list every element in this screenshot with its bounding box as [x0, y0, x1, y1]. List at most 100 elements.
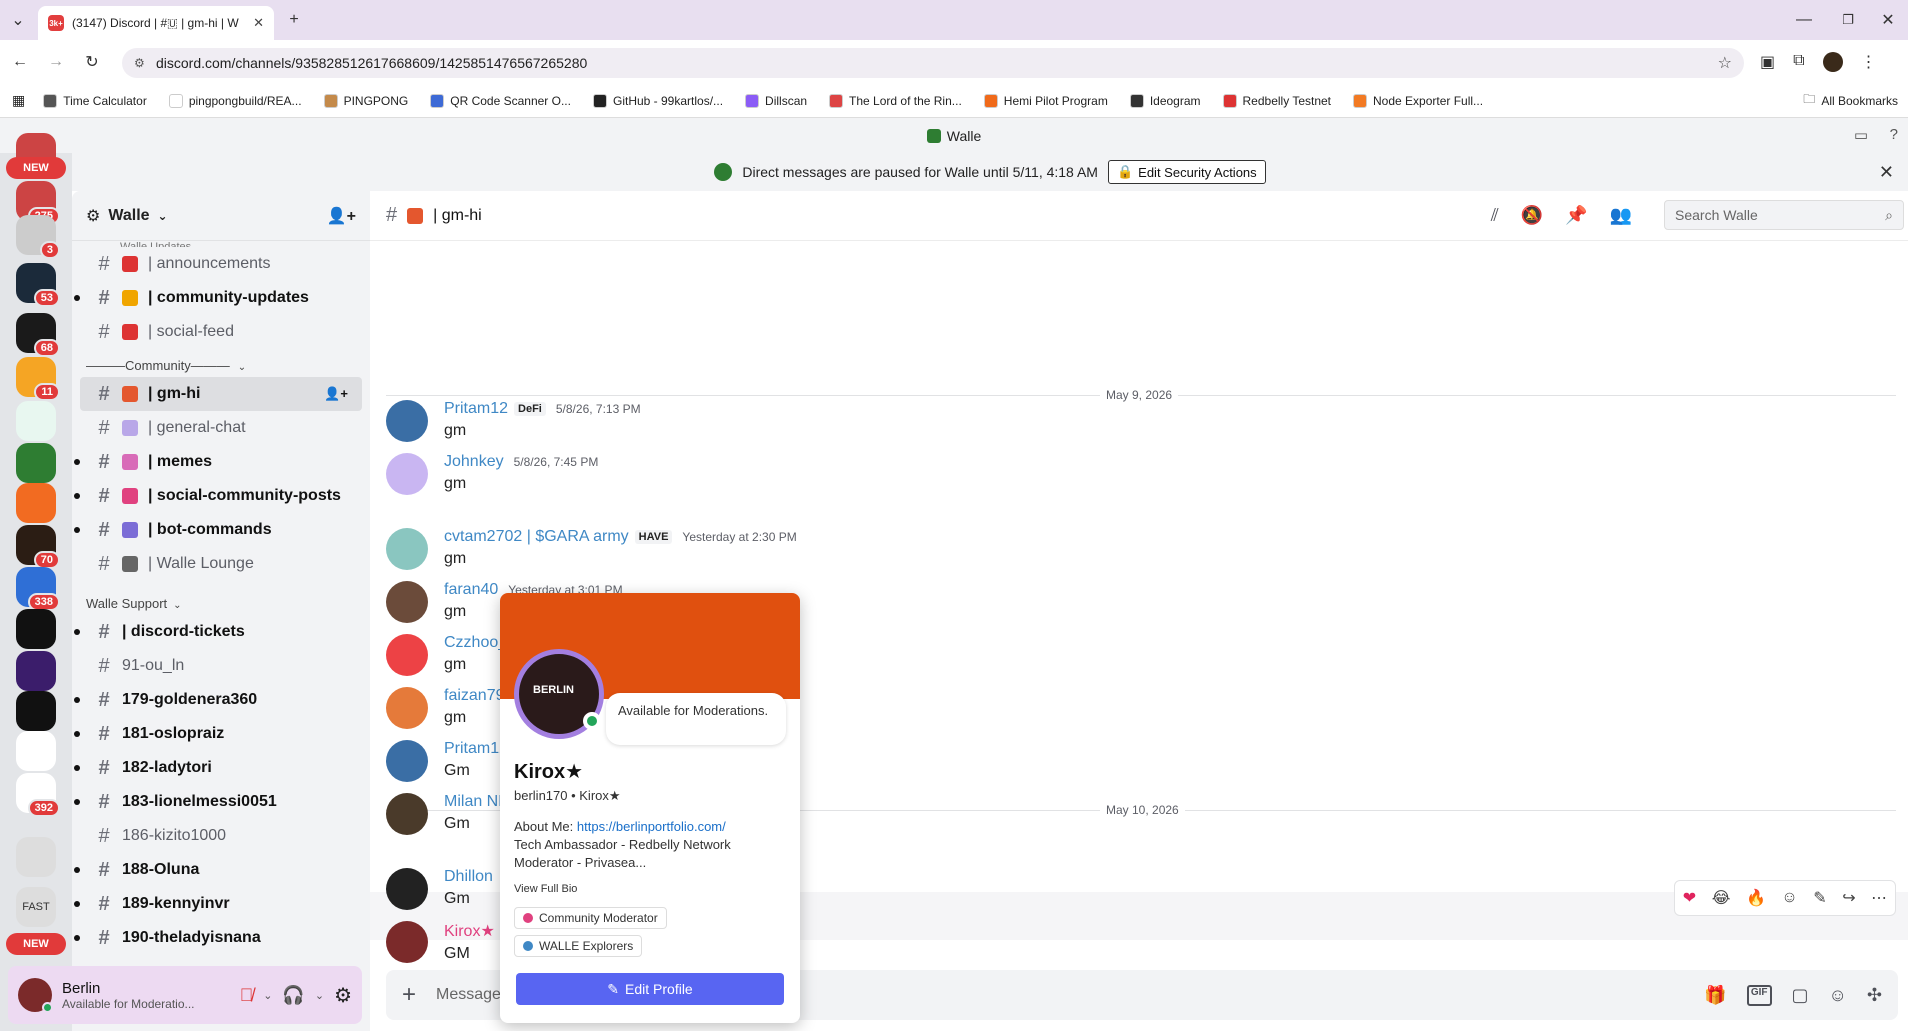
sticker-icon[interactable]: ▢ — [1792, 985, 1809, 1006]
server-header[interactable]: ⚙ Walle ⌄ 👤+ — [72, 191, 370, 241]
bookmark-item[interactable]: Dillscan — [745, 93, 807, 108]
server-icon[interactable] — [16, 609, 56, 649]
server-icon[interactable]: FAST — [16, 887, 56, 927]
bookmark-item[interactable]: Hemi Pilot Program — [983, 93, 1108, 108]
bookmark-star-icon[interactable]: ☆ — [1718, 53, 1732, 73]
chevron-down-icon[interactable]: ⌄ — [315, 989, 324, 1002]
new-unread-pill[interactable]: NEW — [6, 933, 66, 955]
banner-close-icon[interactable]: ✕ — [1879, 162, 1894, 183]
channel-item[interactable]: # | Walle Lounge — [80, 547, 362, 581]
channel-item[interactable]: # | social-community-posts — [74, 479, 362, 513]
minimize-icon[interactable]: — — [1792, 8, 1816, 32]
server-icon[interactable]: 70 — [16, 525, 60, 569]
edit-security-actions-button[interactable]: 🔒 Edit Security Actions — [1107, 160, 1266, 184]
channel-item[interactable]: #181-oslopraiz — [74, 717, 362, 751]
avatar[interactable] — [386, 793, 428, 835]
all-bookmarks[interactable]: 🗀 All Bookmarks — [1803, 90, 1898, 111]
forward-icon[interactable]: → — [44, 50, 68, 74]
new-tab-icon[interactable]: + — [282, 8, 306, 32]
add-reaction-icon[interactable]: ☺ — [1781, 889, 1797, 907]
avatar[interactable] — [386, 453, 428, 495]
avatar[interactable] — [386, 868, 428, 910]
gift-icon[interactable]: 🎁 — [1704, 985, 1726, 1006]
server-icon[interactable] — [16, 443, 56, 483]
restore-icon[interactable]: ❐ — [1836, 8, 1860, 32]
bookmark-item[interactable]: Node Exporter Full... — [1353, 93, 1483, 108]
message-username[interactable]: Dhillon — [444, 868, 493, 886]
browser-tab[interactable]: 3k+ (3147) Discord | #🇺 | gm-hi | W ✕ — [38, 6, 274, 40]
message-username[interactable]: Pritam12 — [444, 400, 508, 418]
more-icon[interactable]: ⋯ — [1871, 888, 1887, 908]
avatar[interactable] — [386, 528, 428, 570]
reload-icon[interactable]: ↻ — [80, 50, 104, 74]
about-link[interactable]: https://berlinportfolio.com/ — [577, 819, 726, 834]
gif-icon[interactable]: GIF — [1746, 984, 1772, 1006]
bookmark-item[interactable]: Redbelly Testnet — [1222, 93, 1331, 108]
channel-item[interactable]: #183-lionelmessi0051 — [74, 785, 362, 819]
bookmark-item[interactable]: GitHub - 99kartlos/... — [592, 93, 723, 108]
back-icon[interactable]: ← — [8, 50, 32, 74]
message-username[interactable]: Johnkey — [444, 453, 504, 471]
site-info-icon[interactable]: ⚙ — [134, 56, 145, 70]
message-row[interactable]: cvtam2702 | $GARA army HAVE Yesterday at 2… — [370, 528, 1908, 570]
tab-close-icon[interactable]: ✕ — [253, 15, 264, 31]
threads-icon[interactable]: ⫽ — [1491, 205, 1499, 226]
server-icon[interactable]: 392 — [16, 773, 60, 817]
bookmark-item[interactable]: QR Code Scanner O... — [430, 93, 571, 108]
server-icon[interactable] — [16, 731, 56, 771]
server-icon[interactable] — [16, 691, 56, 731]
avatar[interactable] — [386, 634, 428, 676]
emoji-icon[interactable]: ☺ — [1829, 985, 1847, 1006]
new-unread-pill[interactable]: NEW — [6, 157, 66, 179]
mute-mic-icon[interactable]: 🎙̸ — [240, 985, 254, 1006]
inbox-icon[interactable]: ▭ — [1854, 126, 1868, 144]
channel-item[interactable]: #179-goldenera360 — [74, 683, 362, 717]
channel-item[interactable]: # | announcements — [80, 247, 362, 281]
view-full-bio-link[interactable]: View Full Bio — [514, 883, 786, 895]
avatar[interactable] — [386, 581, 428, 623]
channel-item[interactable]: # | general-chat — [80, 411, 362, 445]
bookmark-item[interactable]: PINGPONG — [323, 93, 408, 108]
edit-icon[interactable]: ✎ — [1813, 888, 1826, 908]
channel-item[interactable]: # | discord-tickets — [74, 615, 362, 649]
channel-item[interactable]: # | bot-commands — [74, 513, 362, 547]
reaction-joy-icon[interactable]: 😂 — [1712, 888, 1731, 908]
tab-search-icon[interactable]: ⌄ — [6, 8, 30, 32]
avatar[interactable] — [386, 921, 428, 963]
search-input[interactable]: Search Walle ⌕ — [1664, 200, 1904, 230]
channel-item[interactable]: #190-theladyisnana — [74, 921, 362, 955]
channel-item[interactable]: #188-Oluna — [74, 853, 362, 887]
message-username[interactable]: cvtam2702 | $GARA army — [444, 528, 629, 546]
pin-icon[interactable]: 📌 — [1565, 205, 1587, 226]
role-pill[interactable]: WALLE Explorers — [514, 934, 643, 957]
bookmark-item[interactable]: The Lord of the Rin... — [829, 93, 962, 108]
custom-status-bubble[interactable]: Available for Moderations. — [606, 693, 786, 745]
address-bar[interactable]: ⚙ discord.com/channels/93582851261766860… — [122, 48, 1744, 78]
avatar[interactable] — [386, 687, 428, 729]
chevron-down-icon[interactable]: ⌄ — [263, 989, 272, 1002]
chrome-menu-icon[interactable]: ⋮ — [1861, 52, 1877, 72]
channel-item[interactable]: #182-ladytori — [74, 751, 362, 785]
extensions-puzzle-icon[interactable]: ⧉ — [1793, 52, 1804, 72]
message-username[interactable]: faizan79 — [444, 687, 505, 705]
message-row[interactable]: Johnkey 5/8/26, 7:45 PM gm — [370, 453, 1908, 495]
avatar[interactable] — [18, 978, 53, 1013]
profile-avatar[interactable]: BERLIN — [514, 649, 604, 739]
category-community[interactable]: ———Community——— ⌄ — [72, 349, 370, 377]
category-support[interactable]: Walle Support ⌄ — [72, 587, 370, 615]
server-icon[interactable] — [16, 837, 56, 877]
bookmark-item[interactable]: Ideogram — [1129, 93, 1201, 108]
settings-gear-icon[interactable]: ⚙ — [334, 983, 352, 1008]
invite-icon[interactable]: 👤+ — [327, 206, 356, 226]
bookmark-item[interactable]: pingpongbuild/REA... — [168, 93, 302, 108]
help-icon[interactable]: ? — [1890, 126, 1898, 143]
channel-item[interactable]: # | memes — [74, 445, 362, 479]
channel-item[interactable]: # | gm-hi 👤+ — [80, 377, 362, 411]
server-icon[interactable]: 68 — [16, 313, 60, 357]
channel-item[interactable]: #189-kennyinvr — [74, 887, 362, 921]
server-icon[interactable]: 3 — [16, 215, 60, 259]
reaction-fire-icon[interactable]: 🔥 — [1746, 888, 1766, 908]
apps-grid-icon[interactable]: ▦ — [12, 92, 25, 109]
server-icon[interactable] — [16, 651, 56, 691]
role-pill[interactable]: Community Moderator — [514, 906, 667, 929]
